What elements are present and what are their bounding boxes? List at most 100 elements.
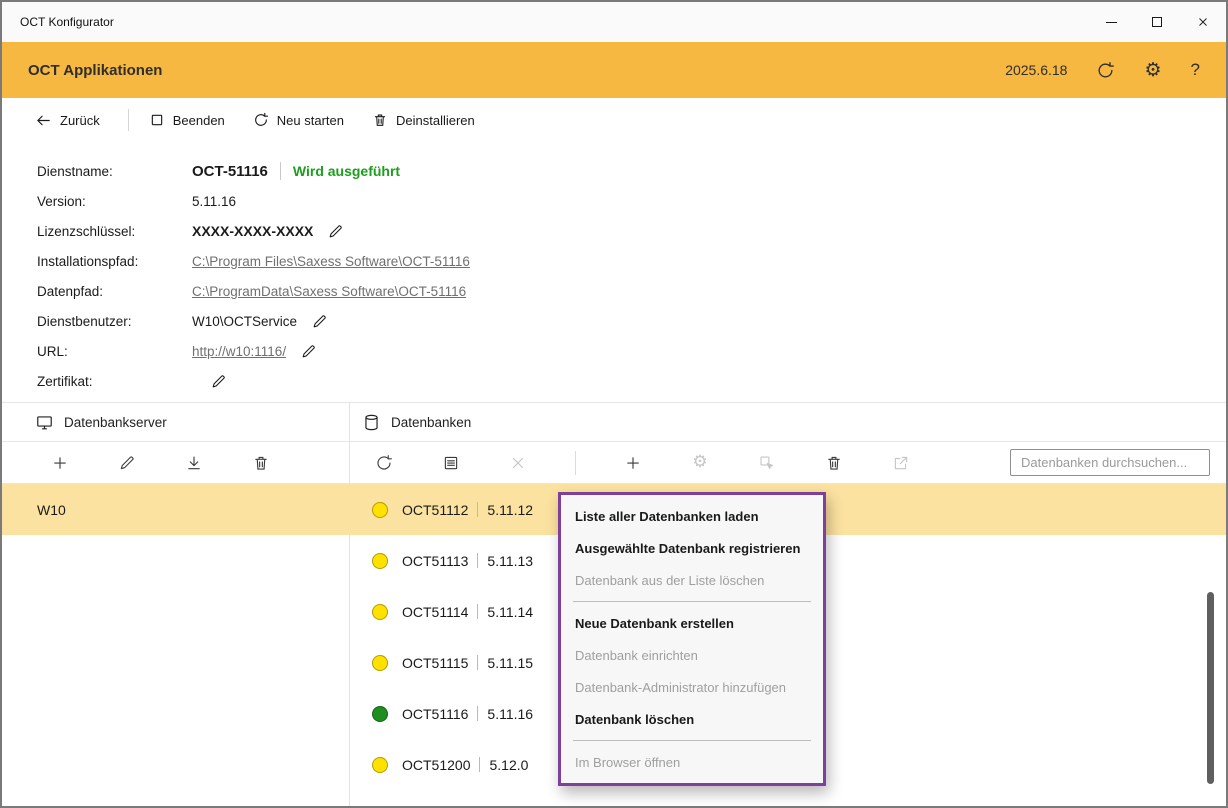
edit-certificate-button[interactable] [210,373,227,390]
stop-icon [149,112,165,128]
maximize-button[interactable] [1134,2,1180,42]
refresh-button[interactable] [1096,61,1115,80]
pencil-icon [311,313,328,330]
database-panel-header: Datenbanken [350,403,1226,441]
name-version-divider [477,706,478,721]
panels: Datenbankserver Datenbanken [2,402,1226,806]
share-icon [892,454,910,472]
import-server-button[interactable] [184,453,204,473]
maximize-icon [1152,17,1162,27]
back-arrow-icon [35,112,52,129]
toolbar-divider [575,451,576,475]
refresh-icon [1096,61,1115,80]
select-icon [758,454,776,472]
database-version: 5.11.16 [487,706,533,722]
trash-icon [825,454,843,472]
edit-license-button[interactable] [327,223,344,240]
close-icon [1197,16,1209,28]
add-database-button[interactable] [623,453,643,473]
pencil-icon [327,223,344,240]
server-name: W10 [37,502,66,518]
service-name: OCT-51116 [192,163,268,180]
list-icon [442,454,460,472]
status-badge: Wird ausgeführt [293,163,400,179]
detail-row-lizenzschluessel: Lizenzschlüssel: XXXX-XXXX-XXXX [37,216,1226,246]
menu-item-open-in-browser: Im Browser öffnen [561,746,823,778]
database-version: 5.11.13 [487,553,533,569]
minimize-icon [1106,22,1117,23]
settings-button[interactable]: ⚙ [1144,61,1161,80]
add-server-button[interactable] [50,453,70,473]
gear-icon: ⚙ [692,454,707,471]
header-actions: 2025.6.18 ⚙ ? [1005,60,1200,80]
scrollbar-thumb[interactable] [1207,592,1214,784]
delete-database-button[interactable] [824,453,844,473]
back-button[interactable]: Zurück [35,112,100,129]
database-version: 5.12.0 [489,757,528,773]
service-url-link[interactable]: http://w10:1116/ [192,344,286,359]
database-toolbar: ⚙ [350,441,1226,484]
reload-databases-button[interactable] [374,453,394,473]
detail-label: Zertifikat: [37,374,192,389]
server-row[interactable]: W10 [2,484,349,535]
menu-separator [573,601,811,602]
context-menu: Liste aller Datenbanken laden Ausgewählt… [558,492,826,786]
database-version: 5.11.12 [487,502,533,518]
menu-item-load-all-databases[interactable]: Liste aller Datenbanken laden [561,500,823,532]
database-name: OCT51112 [402,502,468,518]
edit-service-user-button[interactable] [311,313,328,330]
edit-server-button[interactable] [117,453,137,473]
data-path-link[interactable]: C:\ProgramData\Saxess Software\OCT-51116 [192,284,466,299]
service-details: Dienstname: OCT-51116 Wird ausgeführt Ve… [2,142,1226,402]
detail-label: Version: [37,194,192,209]
toolbar-divider [128,109,129,131]
server-icon [35,413,54,432]
beenden-button[interactable]: Beenden [149,112,225,128]
detail-row-url: URL: http://w10:1116/ [37,336,1226,366]
pencil-icon [118,454,136,472]
menu-item-create-database[interactable]: Neue Datenbank erstellen [561,607,823,639]
select-database-button [757,453,777,473]
plus-icon [624,454,642,472]
name-version-divider [479,757,480,772]
server-panel-header: Datenbankserver [2,403,350,441]
delete-server-button[interactable] [251,453,271,473]
menu-item-setup-database: Datenbank einrichten [561,639,823,671]
database-panel-title: Datenbanken [391,415,471,430]
status-dot [372,553,388,569]
minimize-button[interactable] [1088,2,1134,42]
detail-label: Dienstname: [37,164,192,179]
deinstallieren-button[interactable]: Deinstallieren [372,112,475,128]
detail-row-zertifikat: Zertifikat: [37,366,1226,396]
license-key-value: XXXX-XXXX-XXXX [192,223,313,239]
neu-starten-label: Neu starten [277,113,344,128]
version-date: 2025.6.18 [1005,62,1067,78]
remove-from-list-button [508,453,528,473]
status-dot [372,706,388,722]
title-bar: OCT Konfigurator [2,2,1226,42]
search-input[interactable] [1010,449,1210,476]
name-version-divider [477,655,478,670]
command-bar: Zurück Beenden Neu starten Deinstalliere… [2,98,1226,142]
x-icon [509,454,527,472]
detail-label: URL: [37,344,192,359]
name-version-divider [477,553,478,568]
neu-starten-button[interactable]: Neu starten [253,112,344,128]
app-header: OCT Applikationen 2025.6.18 ⚙ ? [2,42,1226,98]
install-path-link[interactable]: C:\Program Files\Saxess Software\OCT-511… [192,254,470,269]
help-button[interactable]: ? [1191,60,1200,80]
detail-row-dienstname: Dienstname: OCT-51116 Wird ausgeführt [37,156,1226,186]
status-dot [372,757,388,773]
back-label: Zurück [60,113,100,128]
edit-url-button[interactable] [300,343,317,360]
help-icon: ? [1191,60,1200,80]
deinstallieren-label: Deinstallieren [396,113,475,128]
load-database-list-button[interactable] [441,453,461,473]
detail-label: Dienstbenutzer: [37,314,192,329]
open-in-browser-button [891,453,911,473]
close-button[interactable] [1180,2,1226,42]
menu-item-register-selected-database[interactable]: Ausgewählte Datenbank registrieren [561,532,823,564]
database-icon [362,413,381,432]
detail-label: Datenpfad: [37,284,192,299]
menu-item-delete-database[interactable]: Datenbank löschen [561,703,823,735]
